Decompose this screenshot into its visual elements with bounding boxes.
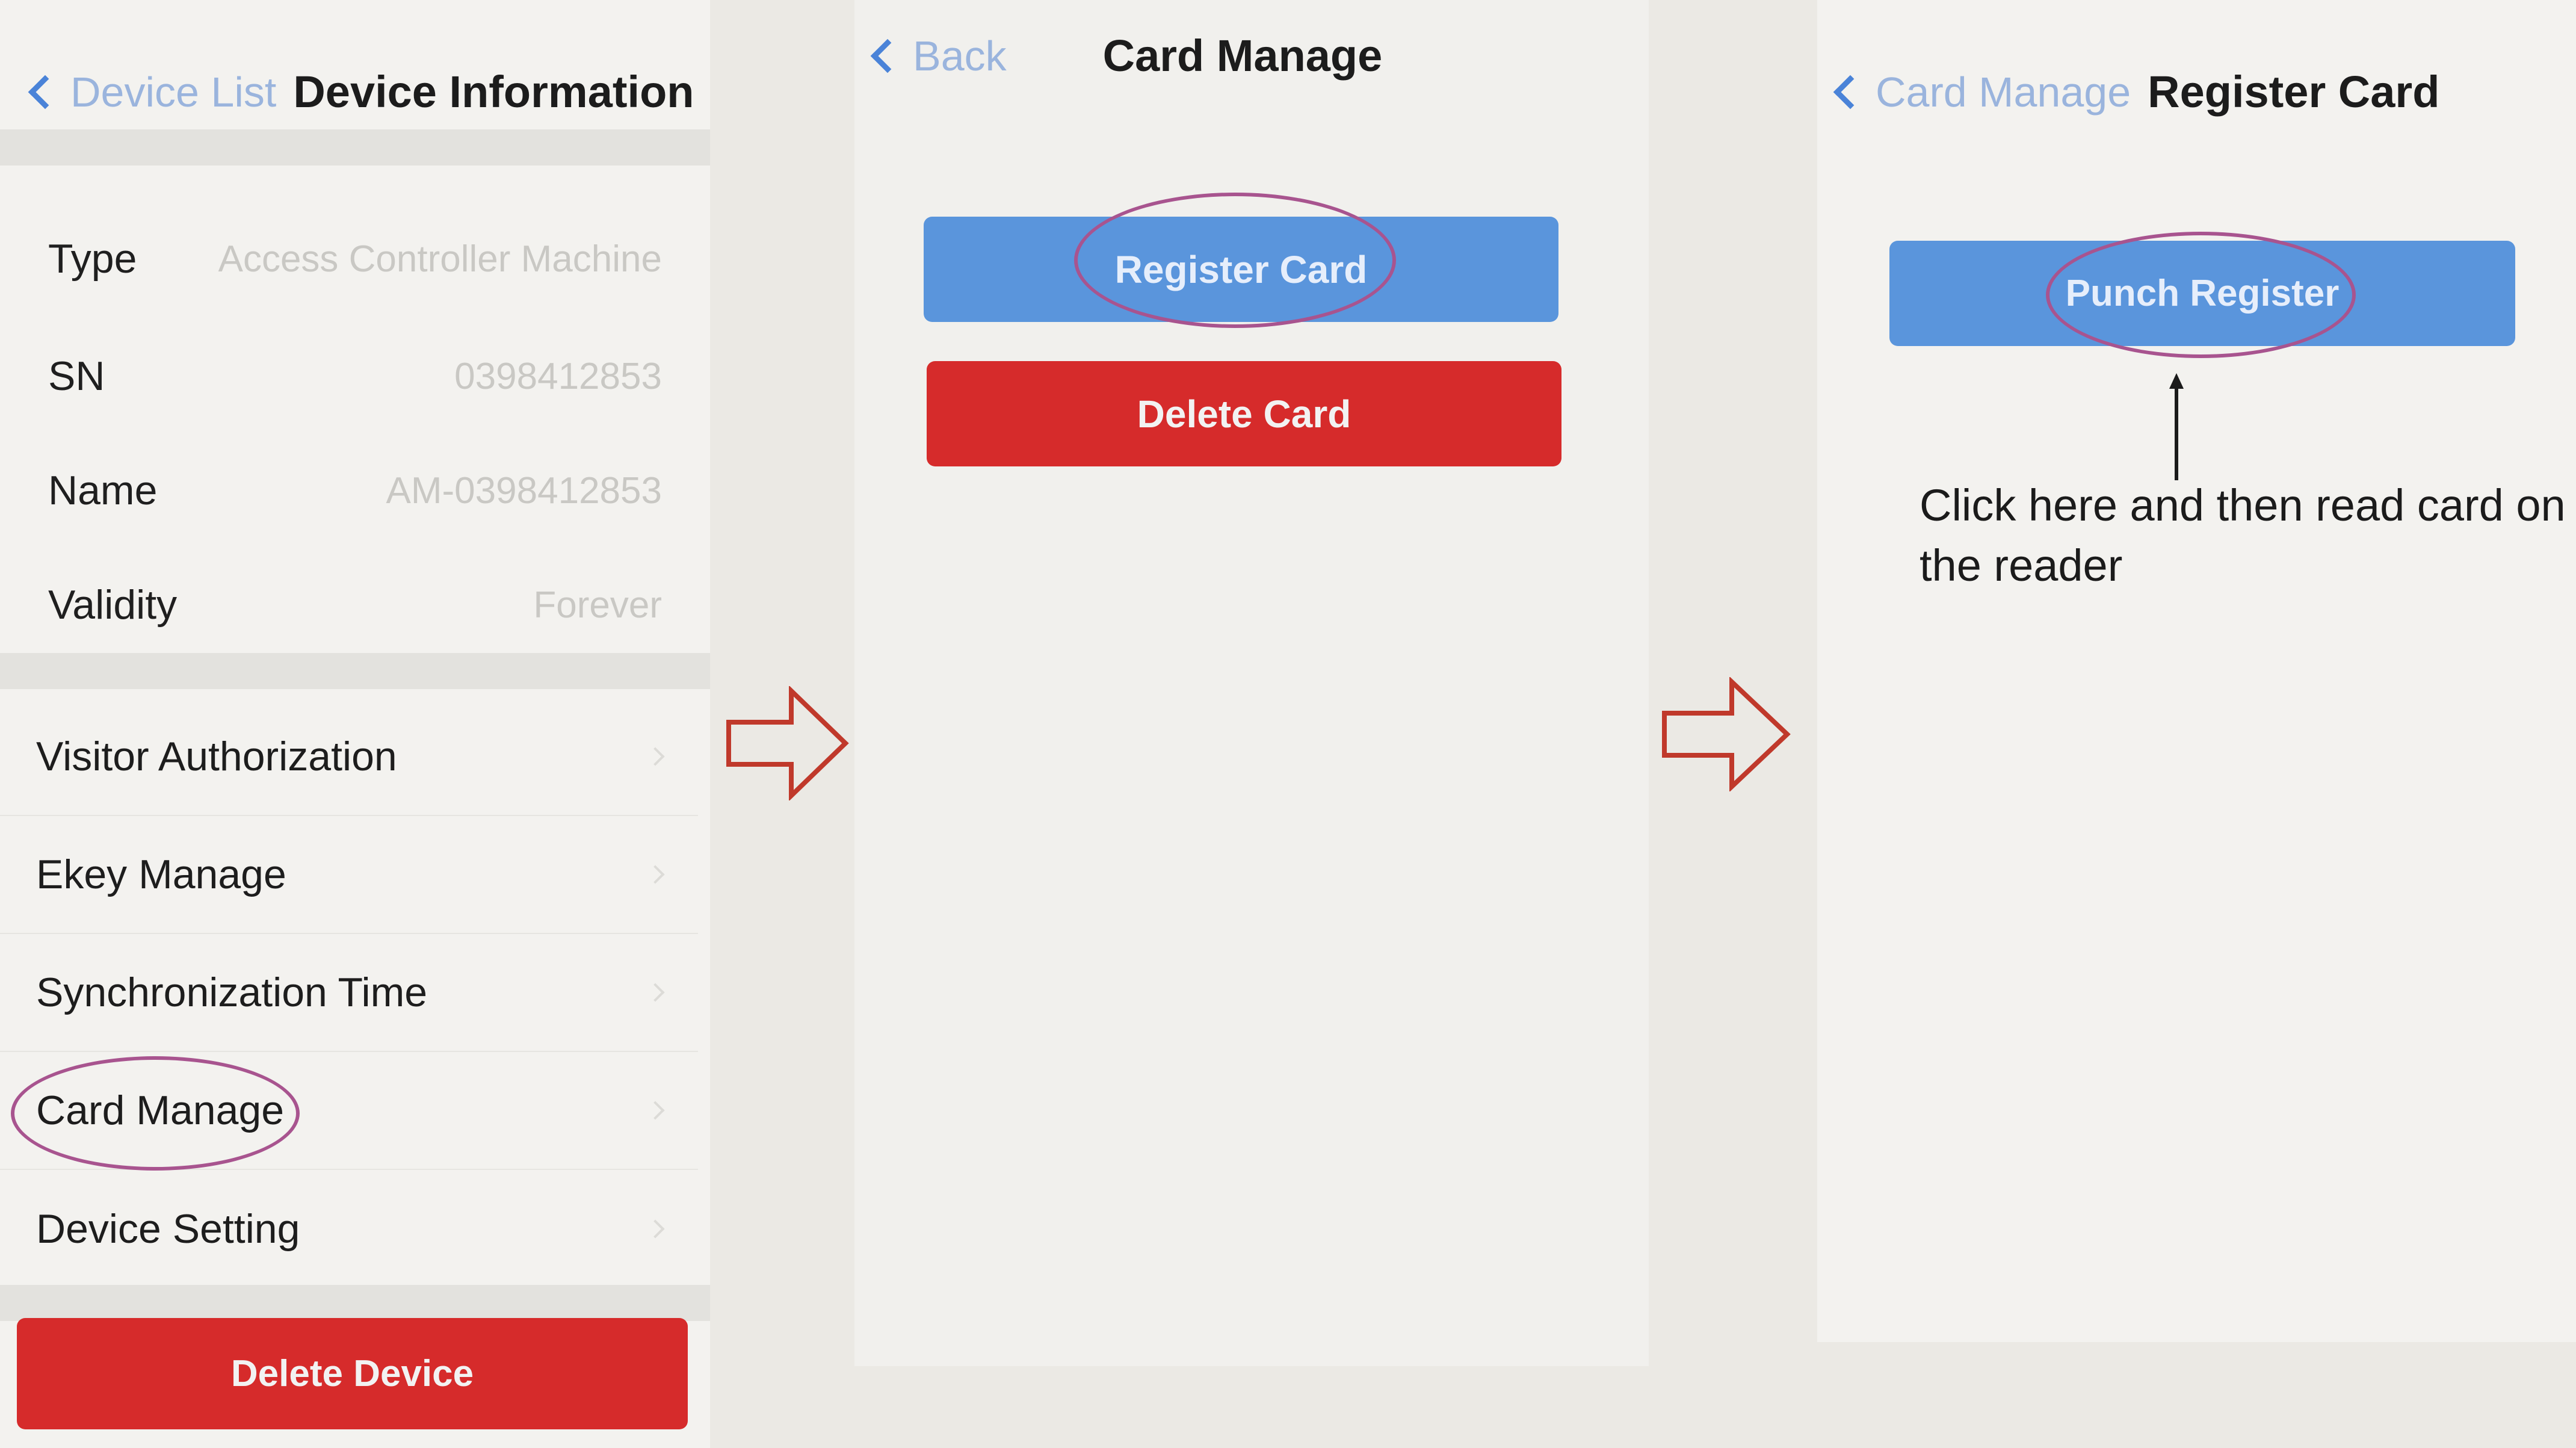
info-value: 0398412853	[454, 355, 662, 397]
instruction-annotation: Click here and then read card on the rea…	[1920, 480, 2566, 590]
section-divider	[0, 653, 710, 689]
menu-item-label: Synchronization Time	[36, 970, 428, 1015]
register-card-button[interactable]: Register Card	[924, 217, 1558, 322]
back-link[interactable]: Back	[913, 32, 1007, 80]
chevron-right-icon	[646, 865, 665, 884]
info-label: Validity	[48, 582, 178, 628]
flow-arrow-icon	[726, 686, 849, 800]
info-value: AM-0398412853	[386, 469, 662, 512]
info-row-type: Type Access Controller Machine	[0, 202, 698, 316]
info-row-validity: Validity Forever	[0, 548, 698, 662]
info-label: SN	[48, 353, 105, 399]
info-value: Forever	[533, 584, 662, 626]
page-title: Device Information	[293, 67, 694, 117]
chevron-right-icon	[646, 983, 665, 1002]
menu-item-label: Device Setting	[36, 1206, 300, 1252]
register-card-screen: Card Manage Register Card Punch Register…	[1817, 0, 2576, 1342]
chevron-right-icon	[646, 747, 665, 766]
menu-item-visitor-authorization[interactable]: Visitor Authorization	[0, 698, 698, 816]
chevron-left-icon[interactable]	[870, 39, 905, 73]
info-label: Type	[48, 236, 137, 282]
back-link[interactable]: Device List	[70, 68, 276, 116]
navbar: Card Manage Register Card	[1833, 66, 2440, 117]
info-row-name: Name AM-0398412853	[0, 433, 698, 548]
chevron-left-icon[interactable]	[28, 75, 63, 109]
menu-item-label: Visitor Authorization	[36, 734, 397, 779]
pointer-arrow-icon	[2169, 373, 2184, 480]
menu-item-ekey-manage[interactable]: Ekey Manage	[0, 816, 698, 934]
navbar: Back Card Manage	[870, 30, 1383, 81]
delete-device-button[interactable]: Delete Device	[17, 1318, 688, 1429]
page-title: Register Card	[2148, 67, 2440, 117]
chevron-right-icon	[646, 1101, 665, 1120]
delete-card-button[interactable]: Delete Card	[927, 361, 1561, 466]
menu-item-card-manage[interactable]: Card Manage	[0, 1052, 698, 1170]
info-label: Name	[48, 468, 158, 513]
section-divider	[0, 1285, 710, 1321]
menu-item-label: Card Manage	[36, 1088, 285, 1133]
info-row-sn: SN 0398412853	[0, 319, 698, 433]
menu-item-device-setting[interactable]: Device Setting	[0, 1170, 698, 1288]
device-information-screen: Device List Device Information Type Acce…	[0, 0, 710, 1448]
back-link[interactable]: Card Manage	[1876, 68, 2131, 116]
chevron-left-icon[interactable]	[1833, 75, 1868, 109]
menu-item-synchronization-time[interactable]: Synchronization Time	[0, 934, 698, 1052]
page-title: Card Manage	[1102, 31, 1383, 81]
navbar: Device List Device Information	[28, 66, 694, 117]
card-manage-screen: Back Card Manage Register Card Delete Ca…	[854, 0, 1649, 1366]
info-value: Access Controller Machine	[218, 238, 662, 280]
chevron-right-icon	[646, 1219, 665, 1239]
menu-item-label: Ekey Manage	[36, 852, 286, 897]
flow-arrow-icon	[1662, 677, 1791, 791]
section-divider	[0, 129, 710, 166]
punch-register-button[interactable]: Punch Register	[1889, 241, 2515, 346]
